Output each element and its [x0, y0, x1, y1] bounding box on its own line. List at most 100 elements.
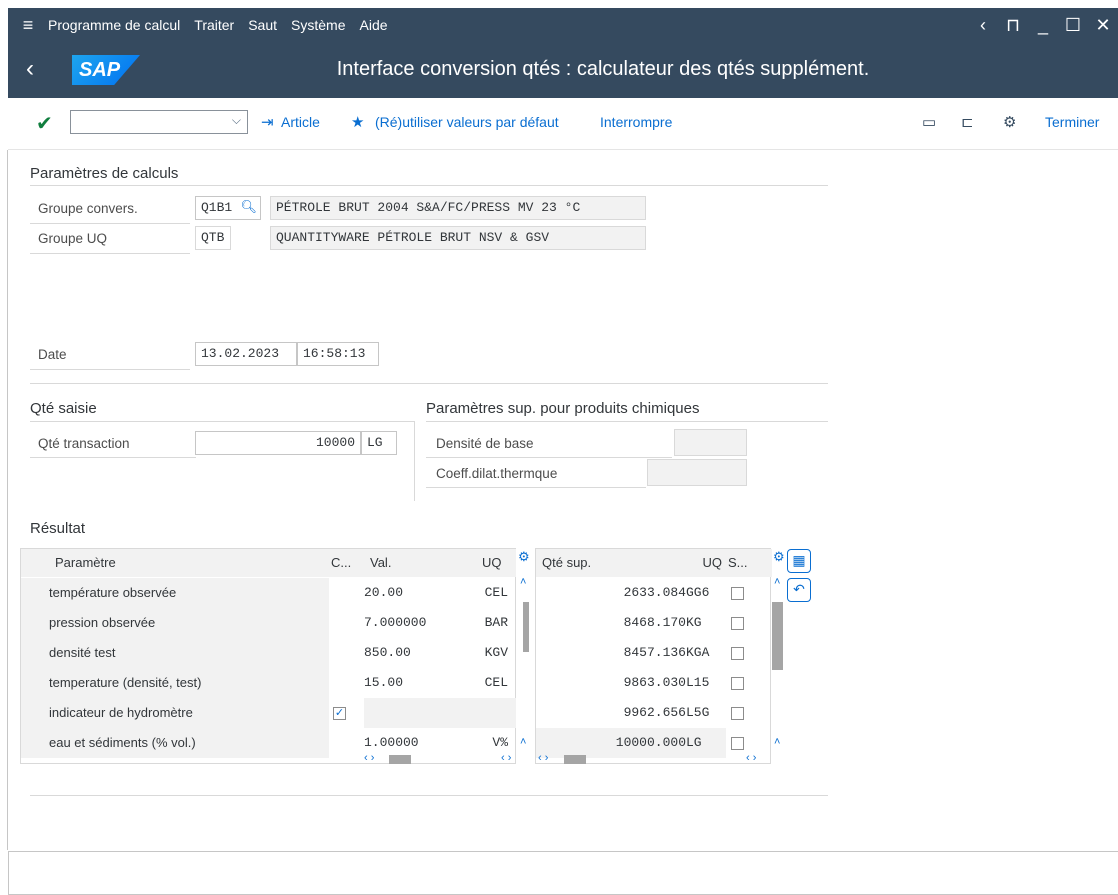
density-label: Densité de base — [436, 436, 534, 451]
table-cell-val[interactable]: 7.000000 — [364, 608, 464, 638]
select-cell — [731, 638, 761, 668]
table-cell-qty[interactable]: 2633.084 — [536, 578, 686, 608]
divider — [426, 421, 828, 422]
table-row-param: eau et sédiments (% vol.) — [21, 728, 329, 758]
scroll-down-icon[interactable]: ˄ — [774, 736, 780, 748]
defaults-button[interactable]: (Ré)utiliser valeurs par défaut — [375, 114, 559, 130]
table-cell-uq[interactable]: KGV — [464, 638, 516, 668]
command-field[interactable]: ⌵ — [70, 110, 248, 134]
time-field[interactable]: 16:58:13 — [297, 342, 379, 366]
result-section-title: Résultat — [30, 520, 86, 537]
star-icon[interactable]: ★ — [351, 113, 364, 131]
table-cell-val[interactable]: 15.00 — [364, 668, 464, 698]
gear-icon[interactable]: ⚙ — [773, 549, 785, 565]
left-vertical-scrollbar[interactable]: ˄ ˄ — [518, 576, 531, 752]
qty-section-title: Qté saisie — [30, 400, 97, 417]
table-cell-val[interactable]: 1.00000 — [364, 728, 464, 758]
menu-bar: ≡ Programme de calcul Traiter Saut Systè… — [8, 8, 1118, 42]
menu-item-saut[interactable]: Saut — [248, 17, 277, 33]
chevron-left-icon[interactable]: ‹ — [968, 15, 998, 36]
unlock-icon[interactable]: ⊓ — [998, 15, 1028, 36]
scroll-down-icon[interactable]: ˄ — [520, 736, 526, 748]
chem-section-title: Paramètres sup. pour produits chimiques — [426, 400, 700, 417]
menu-item-programme[interactable]: Programme de calcul — [48, 17, 180, 33]
window-icon[interactable]: ⊏ — [961, 113, 974, 131]
col-header-qty-uq[interactable]: UQ — [686, 549, 726, 577]
vertical-scroll-thumb[interactable] — [772, 602, 783, 670]
left-border — [7, 150, 8, 850]
search-help-icon[interactable]: 🔍︎ — [240, 197, 257, 219]
new-window-icon[interactable]: ▭ — [922, 113, 936, 131]
page-title: Interface conversion qtés : calculateur … — [336, 58, 870, 80]
table-cell-val[interactable]: 850.00 — [364, 638, 464, 668]
table-row-param: densité test — [21, 638, 329, 668]
col-header-val[interactable]: Val. — [364, 549, 464, 577]
table-cell-qty[interactable]: 9863.030 — [536, 668, 686, 698]
select-checkbox[interactable] — [731, 737, 744, 751]
calculator-button[interactable]: ▦ — [787, 549, 811, 573]
col-header-param[interactable]: Paramètre — [21, 549, 329, 577]
select-checkbox[interactable] — [731, 587, 744, 601]
table-row-param: indicateur de hydromètre — [21, 698, 329, 728]
table-cell-qty-uq[interactable]: KGA — [686, 638, 726, 668]
vertical-scroll-thumb[interactable] — [523, 602, 529, 652]
table-cell-qty-uq[interactable]: L15 — [686, 668, 726, 698]
table-cell-val[interactable]: 20.00 — [364, 578, 464, 608]
groupe-convers-input[interactable]: Q1B1 🔍︎ — [195, 196, 261, 220]
col-header-s[interactable]: S... — [726, 549, 772, 577]
gear-icon[interactable]: ⚙ — [518, 549, 530, 565]
table-cell-qty[interactable]: 8468.170 — [536, 608, 686, 638]
qty-unit-field[interactable]: LG — [361, 431, 397, 455]
article-icon[interactable]: ⇥ — [261, 113, 274, 131]
interrupt-button[interactable]: Interrompre — [600, 114, 672, 130]
table-cell-qty-uq[interactable]: L5G — [686, 698, 726, 728]
menu-icon[interactable]: ≡ — [8, 15, 48, 36]
density-field[interactable] — [674, 429, 747, 456]
select-checkbox[interactable] — [731, 707, 744, 721]
table-cell-uq[interactable]: CEL — [464, 578, 516, 608]
right-vertical-scrollbar[interactable]: ˄ ˄ — [772, 576, 785, 752]
article-button[interactable]: Article — [281, 114, 320, 130]
minimize-icon[interactable]: _ — [1028, 15, 1058, 36]
horizontal-scroll-thumb[interactable] — [389, 755, 411, 764]
select-checkbox[interactable] — [731, 677, 744, 691]
table-row-param: température observée — [21, 578, 329, 608]
col-header-qty[interactable]: Qté sup. — [536, 549, 686, 577]
hydrometer-checkbox[interactable]: ✓ — [333, 707, 346, 721]
menu-item-traiter[interactable]: Traiter — [194, 17, 234, 33]
table-cell-uq[interactable]: BAR — [464, 608, 516, 638]
scroll-up-icon[interactable]: ˄ — [520, 576, 526, 588]
terminate-button[interactable]: Terminer — [1045, 114, 1099, 130]
menu-item-aide[interactable]: Aide — [360, 17, 388, 33]
table-cell-qty[interactable]: 8457.136 — [536, 638, 686, 668]
scroll-right-icon[interactable]: ‹ › — [501, 752, 511, 764]
date-field[interactable]: 13.02.2023 — [195, 342, 297, 366]
table-cell-qty-uq[interactable]: KG — [686, 608, 726, 638]
col-header-uq[interactable]: UQ — [464, 549, 516, 577]
coeff-field[interactable] — [647, 459, 747, 486]
table-cell-uq[interactable]: CEL — [464, 668, 516, 698]
settings-icon[interactable]: ⚙ — [1003, 113, 1016, 131]
scroll-right-icon[interactable]: ‹ › — [746, 752, 756, 764]
horizontal-scroll-thumb[interactable] — [564, 755, 586, 764]
scroll-up-icon[interactable]: ˄ — [774, 576, 780, 588]
scroll-left-icon[interactable]: ‹ › — [364, 752, 374, 764]
chevron-down-icon[interactable]: ⌵ — [232, 113, 241, 128]
select-checkbox[interactable] — [731, 617, 744, 631]
undo-button[interactable]: ↶ — [787, 578, 811, 602]
table-cell-qty[interactable]: 10000.000 — [536, 728, 686, 758]
close-icon[interactable]: ✕ — [1088, 15, 1118, 36]
col-header-c[interactable]: C... — [329, 549, 364, 577]
menu-item-systeme[interactable]: Système — [291, 17, 345, 33]
select-checkbox[interactable] — [731, 647, 744, 661]
divider — [30, 185, 828, 186]
table-cell-qty-uq[interactable]: GG6 — [686, 578, 726, 608]
table-cell-qty[interactable]: 9962.656 — [536, 698, 686, 728]
check-icon[interactable]: ✔ — [36, 111, 53, 136]
scroll-left-icon[interactable]: ‹ › — [538, 752, 548, 764]
groupe-uq-field[interactable]: QTB — [195, 226, 231, 250]
table-cell-qty-uq[interactable]: LG — [686, 728, 726, 758]
maximize-icon[interactable]: ☐ — [1058, 15, 1088, 36]
qty-transaction-input[interactable]: 10000 — [195, 431, 361, 455]
window-controls: ‹ ⊓ _ ☐ ✕ — [968, 8, 1118, 42]
